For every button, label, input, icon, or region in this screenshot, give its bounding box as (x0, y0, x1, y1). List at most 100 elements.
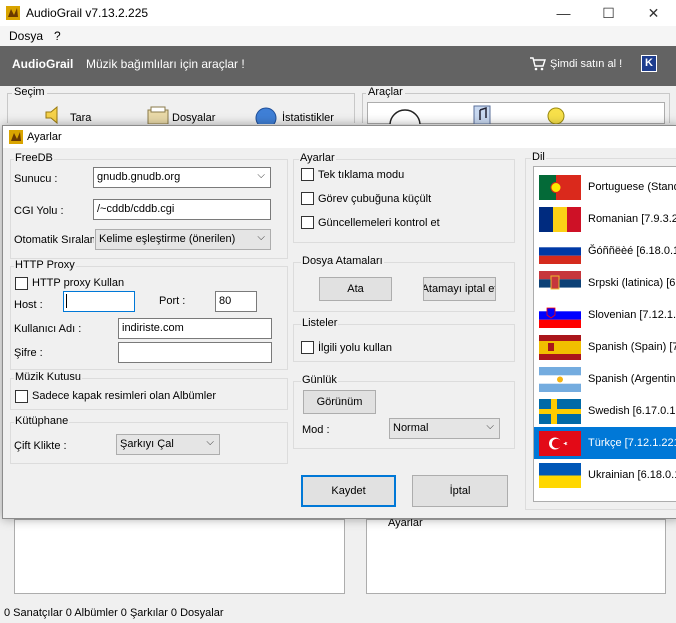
slovenia-flag-icon (539, 303, 581, 328)
cgi-label: CGI Yolu : (14, 205, 64, 217)
language-item-serbia[interactable]: Srpski (latinica) [6.1 (534, 267, 676, 299)
lightbulb-icon[interactable] (546, 106, 566, 124)
use-relative-path-checkbox[interactable] (301, 341, 314, 354)
single-click-checkbox[interactable] (301, 168, 314, 181)
serbia-flag-icon (539, 271, 581, 296)
ukraine-flag-icon (539, 463, 581, 488)
save-button[interactable]: Kaydet (301, 475, 396, 507)
dblclick-select[interactable]: Şarkıyı Çal ⌵ (116, 434, 220, 455)
shopping-cart-icon[interactable] (530, 57, 546, 71)
portugal-flag-icon (539, 175, 581, 200)
sort-value: Kelime eşleştirme (önerilen) (99, 233, 236, 245)
argentina-flag-icon (539, 367, 581, 392)
chevron-down-icon: ⌵ (257, 232, 265, 243)
sweden-flag-icon (539, 399, 581, 424)
dblclick-value: Şarkıyı Çal (120, 438, 174, 450)
speaker-icon[interactable] (44, 106, 66, 124)
spain-flag-icon (539, 335, 581, 360)
menu-dosya[interactable]: Dosya (6, 28, 46, 44)
chevron-down-icon: ⌵ (257, 170, 265, 181)
right-lower-panel (366, 519, 666, 594)
buy-now-link[interactable]: Şimdi satın al ! (550, 58, 622, 70)
language-item-sweden[interactable]: Swedish [6.17.0.16 (534, 395, 676, 427)
tagline: Müzik bağımlıları için araçlar ! (86, 57, 245, 71)
play-icon[interactable] (388, 108, 422, 124)
turkey-flag-icon (539, 431, 581, 456)
menu-bar: Dosya ? (0, 26, 676, 46)
check-updates-checkbox[interactable] (301, 216, 314, 229)
dblclick-label: Çift Klikte : (14, 440, 67, 452)
minimize-taskbar-checkbox[interactable] (301, 192, 314, 205)
library-label: Kütüphane (14, 415, 70, 427)
settings-label: Ayarlar (299, 152, 336, 164)
language-item-label: Türkçe [7.12.1.221 (588, 437, 676, 449)
cancel-button[interactable]: İptal (412, 475, 508, 507)
assign-button[interactable]: Ata (319, 277, 392, 301)
lists-label: Listeler (301, 317, 339, 329)
minimize-button[interactable]: — (541, 0, 586, 26)
language-item-label: Portuguese (Standard) (588, 181, 676, 193)
server-label: Sunucu : (14, 173, 58, 185)
k-logo-button[interactable]: K (641, 55, 657, 72)
main-title-bar: AudioGrail v7.13.2.225 — ☐ ✕ (0, 0, 676, 26)
log-mode-label: Mod : (302, 424, 330, 436)
dialog-title-bar: Ayarlar (3, 126, 676, 148)
unassign-button[interactable]: Atamayı iptal et (423, 277, 496, 301)
language-item-russia[interactable]: Ğóññëèé [6.18.0.1 (534, 235, 676, 267)
cgi-path-input[interactable]: /~cddb/cddb.cgi (93, 199, 271, 220)
port-label: Port : (159, 295, 186, 307)
host-input[interactable] (63, 291, 135, 312)
sort-label: Otomatik Sıralama (14, 234, 94, 246)
password-input[interactable] (118, 342, 272, 363)
port-input[interactable]: 80 (215, 291, 257, 312)
language-item-romania[interactable]: Romanian [7.9.3.2 (534, 203, 676, 235)
status-bar: 0 Sanatçılar 0 Albümler 0 Şarkılar 0 Dos… (0, 605, 676, 623)
language-item-ukraine[interactable]: Ukrainian [6.18.0.1 (534, 459, 676, 491)
tara-button[interactable]: Tara (70, 112, 91, 124)
russia-flag-icon (539, 239, 581, 264)
maximize-button[interactable]: ☐ (586, 0, 631, 26)
istatistikler-button[interactable]: İstatistikler (282, 112, 334, 124)
language-item-label: Slovenian [7.12.1.2 (588, 309, 676, 321)
only-covers-label: Sadece kapak resimleri olan Albümler (32, 390, 217, 402)
log-view-button[interactable]: Görünüm (303, 390, 376, 414)
dialog-app-icon (9, 130, 23, 144)
files-icon[interactable] (146, 106, 170, 124)
language-item-spain[interactable]: Spanish (Spain) [7. (534, 331, 676, 363)
language-item-label: Ukrainian [6.18.0.1 (588, 469, 676, 481)
music-note-icon[interactable] (472, 104, 492, 124)
check-updates-label: Güncellemeleri kontrol et (318, 217, 440, 229)
app-banner: AudioGrail Müzik bağımlıları için araçla… (0, 46, 676, 86)
settings-dialog: Ayarlar FreeDB Sunucu : gnudb.gnudb.org … (2, 125, 676, 519)
text-cursor (66, 294, 67, 308)
use-proxy-checkbox[interactable] (15, 277, 28, 290)
language-item-turkey[interactable]: Türkçe [7.12.1.221 (534, 427, 676, 459)
host-label: Host : (14, 299, 43, 311)
server-select[interactable]: gnudb.gnudb.org ⌵ (93, 167, 271, 188)
close-button[interactable]: ✕ (631, 0, 676, 26)
language-item-argentina[interactable]: Spanish (Argentina (534, 363, 676, 395)
dosyalar-button[interactable]: Dosyalar (172, 112, 215, 124)
use-relative-path-label: İlgili yolu kullan (318, 342, 392, 354)
menu-help[interactable]: ? (51, 28, 64, 44)
chevron-down-icon: ⌵ (486, 421, 494, 432)
sort-select[interactable]: Kelime eşleştirme (önerilen) ⌵ (95, 229, 271, 250)
server-value: gnudb.gnudb.org (97, 171, 181, 183)
language-item-label: Swedish [6.17.0.16 (588, 405, 676, 417)
log-mode-select[interactable]: Normal ⌵ (389, 418, 500, 439)
language-item-portugal[interactable]: Portuguese (Standard) (534, 171, 676, 203)
proxy-label: HTTP Proxy (14, 259, 76, 271)
audiograil-app-icon (6, 6, 20, 20)
left-lower-panel (14, 519, 345, 594)
secim-label: Seçim (12, 86, 47, 98)
only-covers-checkbox[interactable] (15, 390, 28, 403)
statistics-icon[interactable] (254, 106, 278, 124)
username-input[interactable]: indiriste.com (118, 318, 272, 339)
language-list[interactable]: Portuguese (Standard) Romanian [7.9.3.2 Ğó… (533, 166, 676, 502)
language-item-label: Romanian [7.9.3.2 (588, 213, 676, 225)
single-click-label: Tek tıklama modu (318, 169, 405, 181)
language-item-slovenia[interactable]: Slovenian [7.12.1.2 (534, 299, 676, 331)
chevron-down-icon: ⌵ (206, 437, 214, 448)
language-item-label: Ğóññëèé [6.18.0.1 (588, 245, 676, 257)
dialog-title: Ayarlar (27, 131, 62, 143)
